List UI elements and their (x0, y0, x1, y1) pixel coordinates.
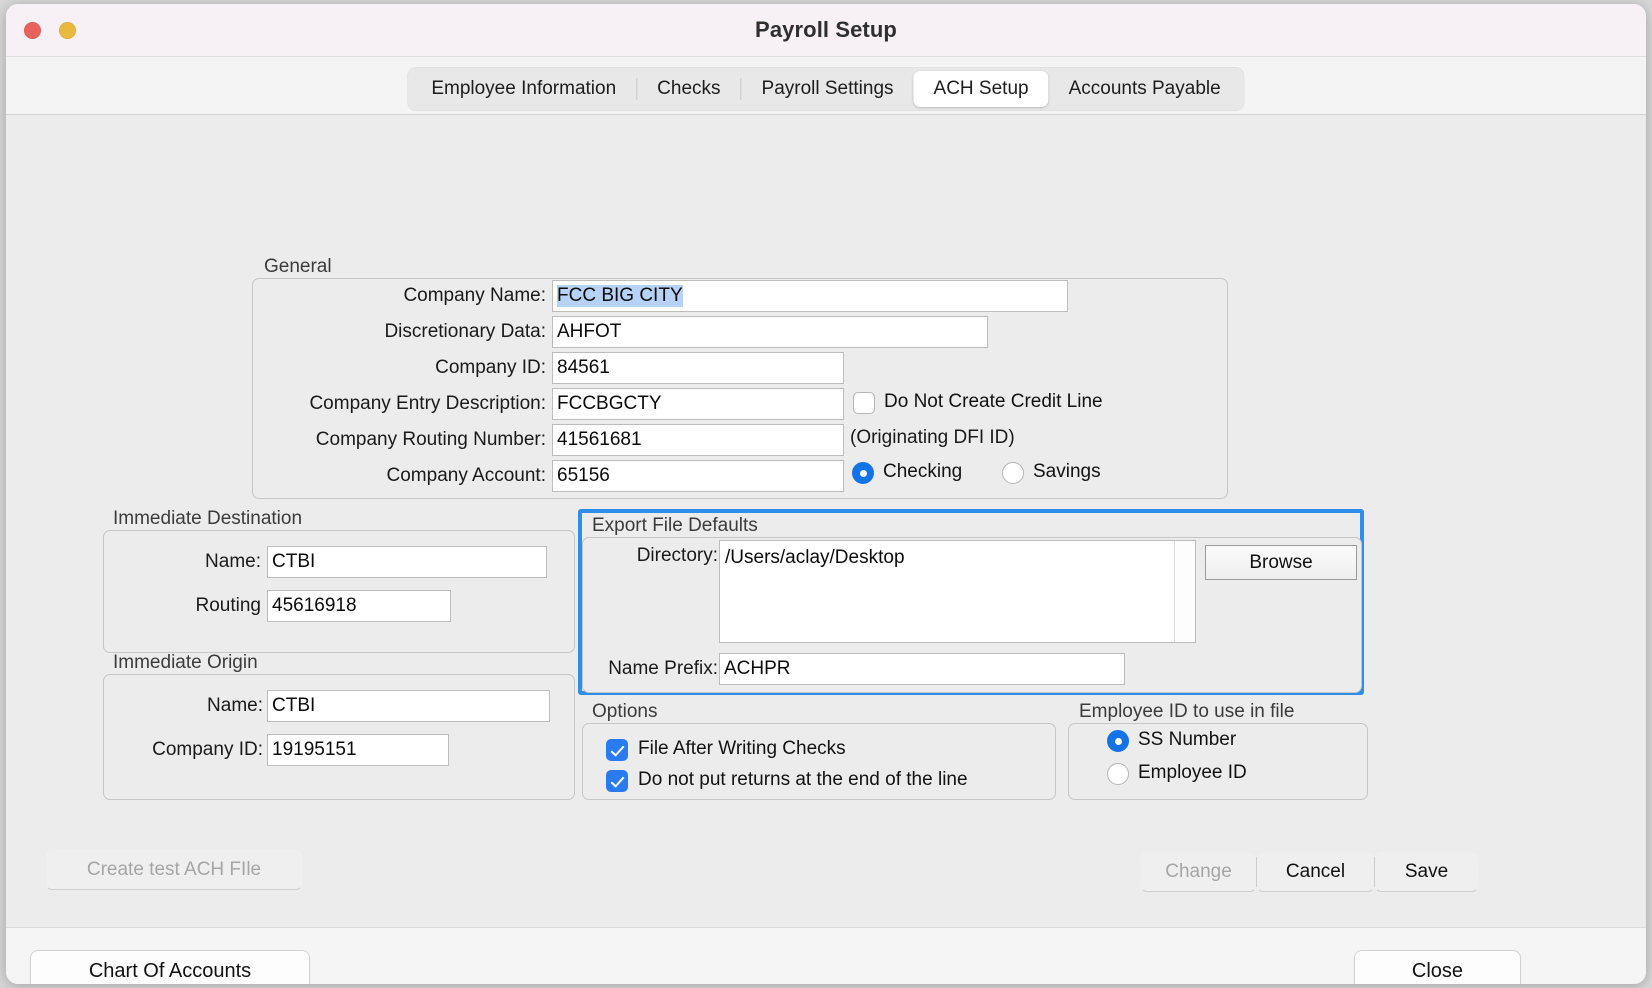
account-type-checking-radio[interactable] (852, 462, 874, 484)
account-type-checking-label: Checking (883, 461, 962, 483)
directory-scrollbar[interactable] (1174, 541, 1195, 642)
destination-routing-input[interactable]: 45616918 (267, 590, 451, 622)
name-prefix-input[interactable]: ACHPR (719, 653, 1125, 685)
employee-id-employee-id-radio[interactable] (1107, 763, 1129, 785)
origin-company-id-label: Company ID: (116, 737, 263, 763)
no-returns-end-of-line-checkbox[interactable] (606, 770, 628, 792)
window-titlebar: Payroll Setup (6, 4, 1646, 57)
discretionary-data-label: Discretionary Data: (256, 319, 546, 345)
company-account-label: Company Account: (256, 463, 546, 489)
tab-accounts-payable[interactable]: Accounts Payable (1049, 71, 1241, 107)
company-routing-number-input[interactable]: 41561681 (552, 424, 844, 456)
directory-label: Directory: (596, 543, 718, 569)
save-button[interactable]: Save (1375, 852, 1478, 892)
destination-routing-label: Routing (116, 593, 261, 619)
ach-setup-panel: General Company Name: FCC BIG CITY Discr… (6, 115, 1646, 927)
employee-id-employee-id-label: Employee ID (1138, 762, 1247, 784)
company-id-input[interactable]: 84561 (552, 352, 844, 384)
account-type-savings-radio[interactable] (1002, 462, 1024, 484)
tab-payroll-settings[interactable]: Payroll Settings (742, 71, 914, 107)
originating-dfi-id-note: (Originating DFI ID) (850, 427, 1015, 449)
general-legend: General (264, 256, 332, 278)
do-not-create-credit-line-label: Do Not Create Credit Line (884, 391, 1103, 413)
origin-name-input[interactable]: CTBI (267, 690, 550, 722)
export-file-defaults-legend: Export File Defaults (592, 515, 758, 537)
tab-ach-setup[interactable]: ACH Setup (914, 71, 1049, 107)
company-routing-number-label: Company Routing Number: (256, 427, 546, 453)
origin-name-label: Name: (116, 693, 263, 719)
payroll-setup-window: Payroll Setup Employee Information Check… (6, 4, 1646, 984)
no-returns-end-of-line-label: Do not put returns at the end of the lin… (638, 769, 968, 791)
destination-name-input[interactable]: CTBI (267, 546, 547, 578)
do-not-create-credit-line-checkbox[interactable] (853, 392, 875, 414)
close-button[interactable]: Close (1354, 950, 1521, 984)
company-name-input[interactable]: FCC BIG CITY (552, 280, 1068, 312)
account-type-savings-label: Savings (1033, 461, 1101, 483)
tab-bar: Employee Information Checks Payroll Sett… (6, 57, 1646, 115)
company-account-input[interactable]: 65156 (552, 460, 844, 492)
directory-input[interactable]: /Users/aclay/Desktop (719, 540, 1196, 643)
browse-button[interactable]: Browse (1205, 545, 1357, 580)
change-button[interactable]: Change (1141, 852, 1256, 892)
chart-of-accounts-button[interactable]: Chart Of Accounts (30, 950, 310, 984)
employee-id-legend: Employee ID to use in file (1079, 701, 1294, 723)
employee-id-ss-number-label: SS Number (1138, 729, 1236, 751)
options-legend: Options (592, 701, 657, 723)
employee-id-ss-number-radio[interactable] (1107, 730, 1129, 752)
company-id-label: Company ID: (256, 355, 546, 381)
window-title: Payroll Setup (6, 17, 1646, 43)
company-name-value: FCC BIG CITY (557, 285, 683, 307)
directory-value: /Users/aclay/Desktop (725, 547, 905, 569)
immediate-origin-legend: Immediate Origin (113, 652, 258, 674)
file-after-writing-checks-checkbox[interactable] (606, 739, 628, 761)
name-prefix-label: Name Prefix: (596, 656, 718, 682)
immediate-destination-legend: Immediate Destination (113, 508, 302, 530)
tab-group: Employee Information Checks Payroll Sett… (407, 67, 1244, 111)
discretionary-data-input[interactable]: AHFOT (552, 316, 988, 348)
window-footer: Chart Of Accounts Close (6, 927, 1646, 984)
tab-employee-information[interactable]: Employee Information (411, 71, 636, 107)
company-entry-description-input[interactable]: FCCBGCTY (552, 388, 844, 420)
company-name-label: Company Name: (256, 283, 546, 309)
tab-checks[interactable]: Checks (637, 71, 740, 107)
destination-name-label: Name: (116, 549, 261, 575)
file-after-writing-checks-label: File After Writing Checks (638, 738, 846, 760)
cancel-button[interactable]: Cancel (1257, 852, 1374, 892)
create-test-ach-file-button[interactable]: Create test ACH FIle (46, 850, 302, 890)
company-entry-description-label: Company Entry Description: (256, 391, 546, 417)
origin-company-id-input[interactable]: 19195151 (267, 734, 449, 766)
